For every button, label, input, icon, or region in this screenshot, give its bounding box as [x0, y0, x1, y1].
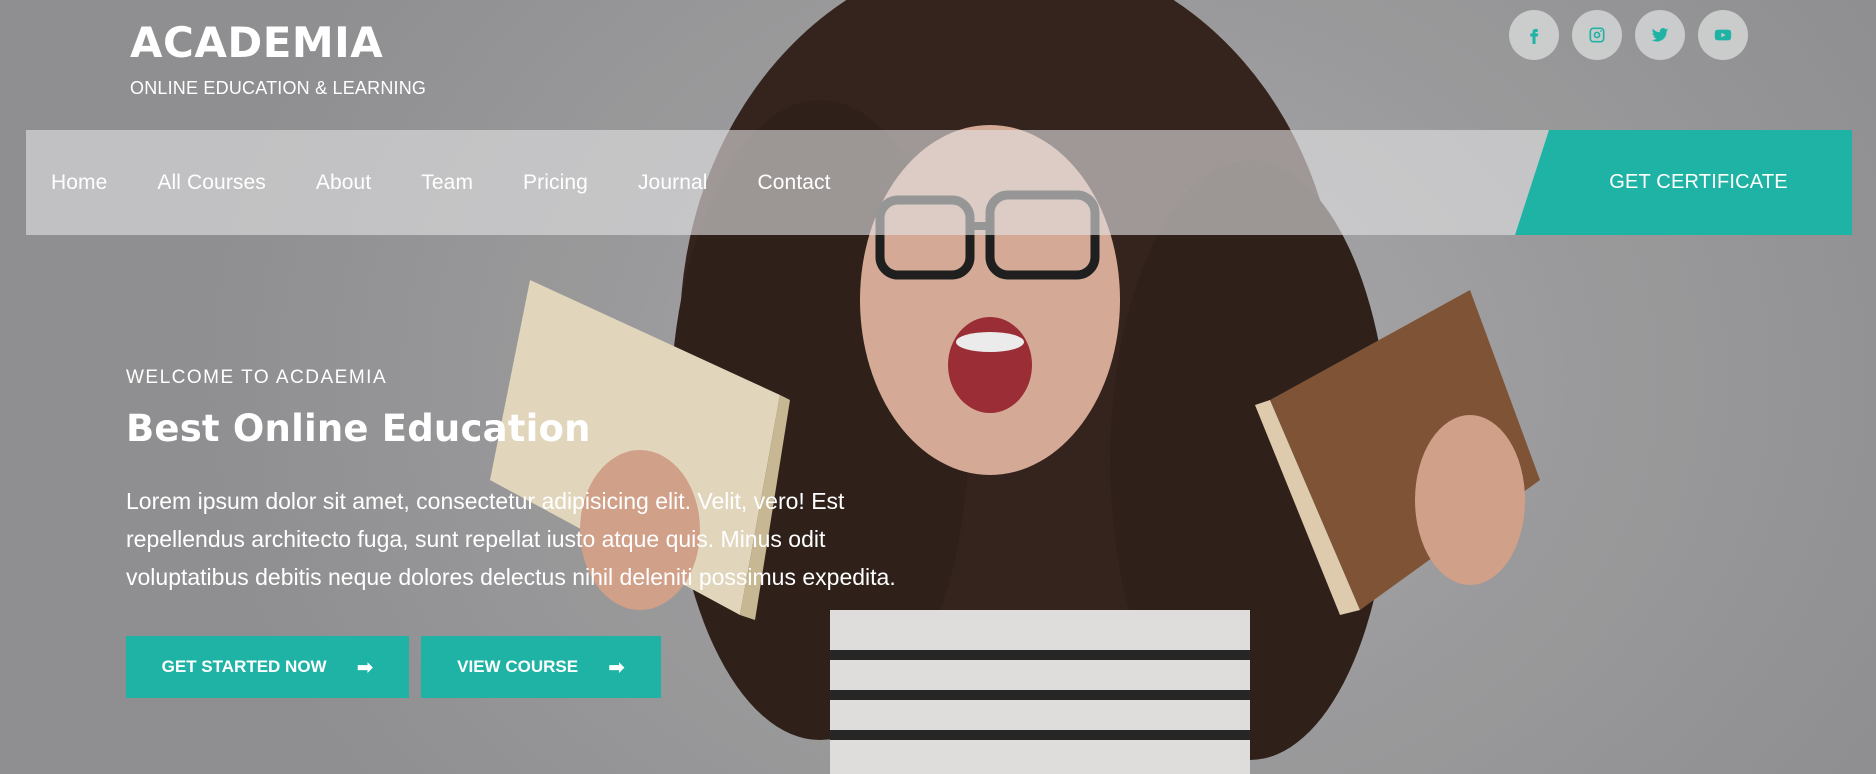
nav-item-home[interactable]: Home — [51, 171, 107, 195]
hero-lead-text: Lorem ipsum dolor sit amet, consectetur … — [126, 488, 896, 590]
facebook-button[interactable] — [1509, 10, 1559, 60]
nav-item-journal[interactable]: Journal — [638, 171, 708, 195]
nav-item-pricing[interactable]: Pricing — [523, 171, 588, 195]
nav-item-team[interactable]: Team — [421, 171, 473, 195]
youtube-button[interactable] — [1698, 10, 1748, 60]
instagram-icon — [1589, 27, 1605, 43]
brand: ACADEMIA ONLINE EDUCATION & LEARNING — [130, 18, 426, 99]
hero-headline: Best Online Education — [126, 407, 591, 450]
nav-item-contact[interactable]: Contact — [758, 171, 831, 195]
twitter-icon — [1651, 28, 1669, 42]
hero-cta-row: GET STARTED NOW ➡ VIEW COURSE ➡ — [126, 636, 916, 698]
arrow-right-icon: ➡ — [356, 655, 374, 679]
view-course-label: VIEW COURSE — [457, 657, 579, 676]
main-navigation: Home All Courses About Team Pricing Jour… — [26, 130, 1852, 235]
arrow-right-icon: ➡ — [608, 655, 625, 679]
get-started-button[interactable]: GET STARTED NOW ➡ — [126, 636, 409, 698]
facebook-icon — [1530, 29, 1539, 44]
nav-links: Home All Courses About Team Pricing Jour… — [26, 171, 881, 195]
brand-tagline: ONLINE EDUCATION & LEARNING — [130, 78, 427, 98]
hero-content: WELCOME TO ACDAEMIA Best Online Educatio… — [126, 367, 916, 698]
brand-title[interactable]: ACADEMIA — [130, 18, 426, 68]
nav-item-all-courses[interactable]: All Courses — [157, 171, 265, 195]
view-course-button[interactable]: VIEW COURSE ➡ — [421, 636, 661, 698]
hero-eyebrow: WELCOME TO ACDAEMIA — [126, 367, 388, 388]
nav-item-about[interactable]: About — [316, 171, 371, 195]
twitter-button[interactable] — [1635, 10, 1685, 60]
get-certificate-button[interactable]: GET CERTIFICATE — [1515, 130, 1852, 235]
get-started-label: GET STARTED NOW — [161, 657, 327, 676]
instagram-button[interactable] — [1572, 10, 1622, 60]
social-links — [1509, 10, 1748, 60]
youtube-icon — [1714, 29, 1732, 41]
